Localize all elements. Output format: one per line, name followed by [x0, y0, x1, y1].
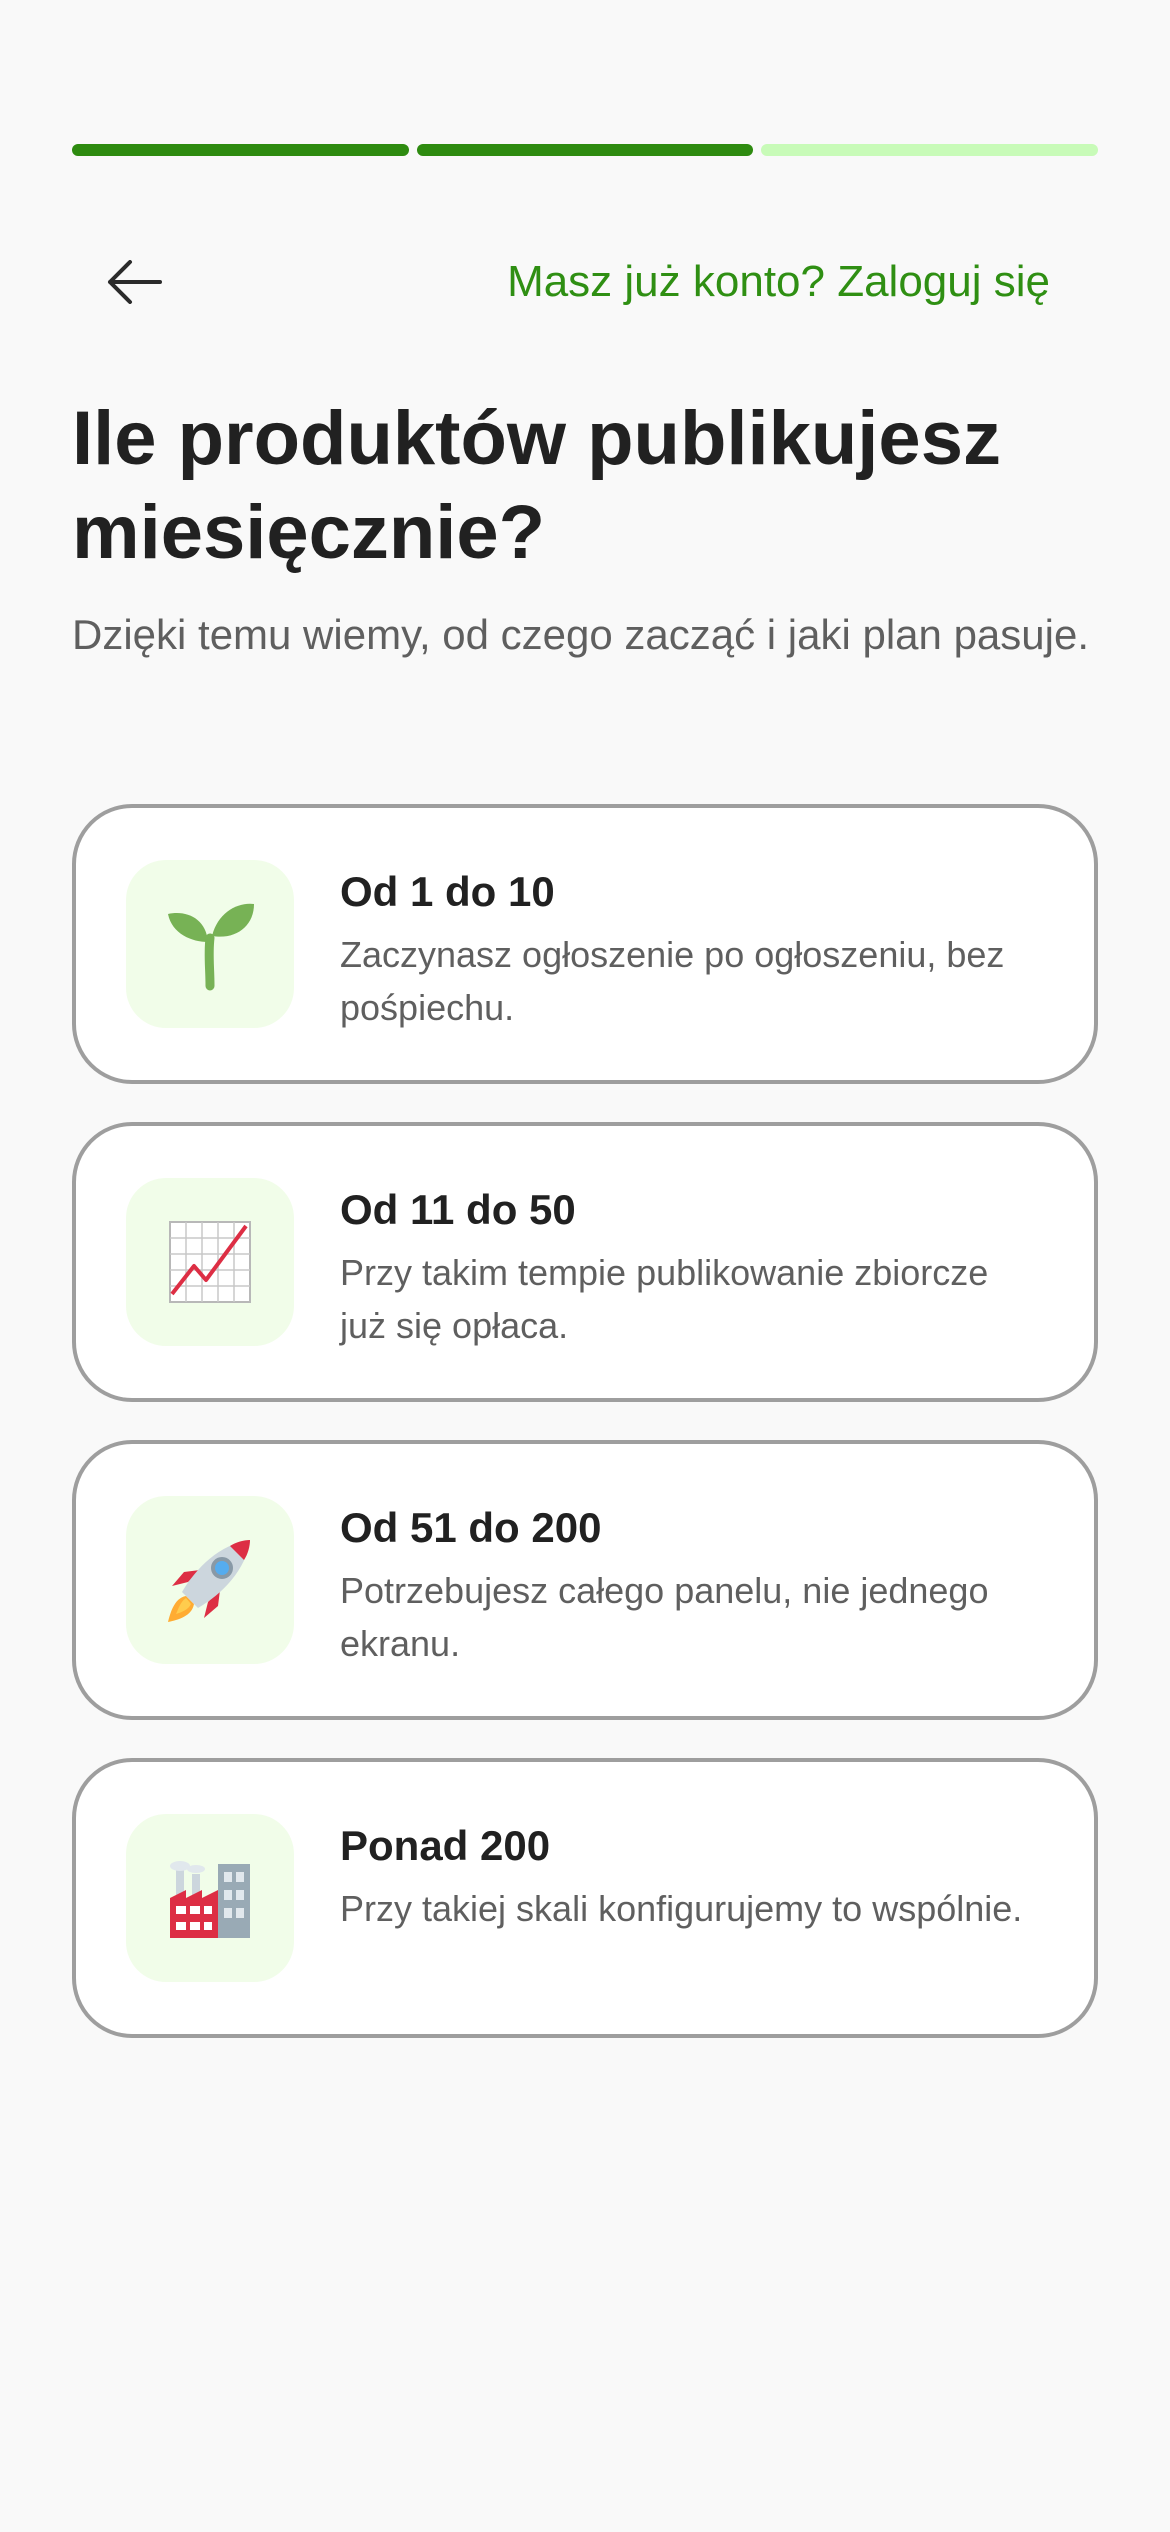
option-card-1-10[interactable]: Od 1 do 10 Zaczynasz ogłoszenie po ogłos…: [72, 804, 1098, 1084]
option-description: Potrzebujesz całego panelu, nie jednego …: [340, 1570, 989, 1664]
option-card-51-200[interactable]: Od 51 do 200 Potrzebujesz całego panelu,…: [72, 1440, 1098, 1720]
option-title: Od 1 do 10: [340, 868, 555, 915]
option-description: Zaczynasz ogłoszenie po ogłoszeniu, bez …: [340, 934, 1005, 1028]
page-title: Ile produktów publikujesz miesięcznie?: [72, 396, 1001, 575]
login-link[interactable]: Masz już konto? Zaloguj się: [507, 254, 1050, 310]
progress-segment-2: [416, 144, 754, 156]
progress-segment-1: [72, 144, 409, 156]
option-description: Przy takiej skali konfigurujemy to wspól…: [340, 1888, 1023, 1929]
factory-icon: [126, 1814, 294, 1982]
option-text: Od 11 do 50 Przy takim tempie publikowan…: [340, 1182, 1040, 1352]
option-description: Przy takim tempie publikowanie zbiorcze …: [340, 1252, 989, 1346]
option-title: Od 51 do 200: [340, 1504, 602, 1551]
chart-increasing-icon: [126, 1178, 294, 1346]
options-list: Od 1 do 10 Zaczynasz ogłoszenie po ogłos…: [72, 804, 1098, 2076]
option-card-11-50[interactable]: Od 11 do 50 Przy takim tempie publikowan…: [72, 1122, 1098, 1402]
option-card-200-plus[interactable]: Ponad 200 Przy takiej skali konfigurujem…: [72, 1758, 1098, 2038]
back-button[interactable]: [94, 242, 174, 322]
option-title: Ponad 200: [340, 1822, 551, 1869]
progress-bar: [72, 144, 1099, 156]
top-bar: Masz już konto? Zaloguj się: [72, 230, 1098, 334]
rocket-icon: [126, 1496, 294, 1664]
arrow-left-icon: [108, 260, 162, 304]
page-subtitle: Dzięki temu wiemy, od czego zacząć i jak…: [72, 611, 1090, 658]
progress-segment-3: [761, 144, 1099, 156]
option-title: Od 11 do 50: [340, 1186, 576, 1233]
onboarding-screen: Masz już konto? Zaloguj się Ile produktó…: [0, 0, 1170, 2532]
option-text: Od 51 do 200 Potrzebujesz całego panelu,…: [340, 1500, 1040, 1670]
option-text: Od 1 do 10 Zaczynasz ogłoszenie po ogłos…: [340, 864, 1040, 1034]
option-text: Ponad 200 Przy takiej skali konfigurujem…: [340, 1818, 1040, 1935]
seedling-icon: [126, 860, 294, 1028]
